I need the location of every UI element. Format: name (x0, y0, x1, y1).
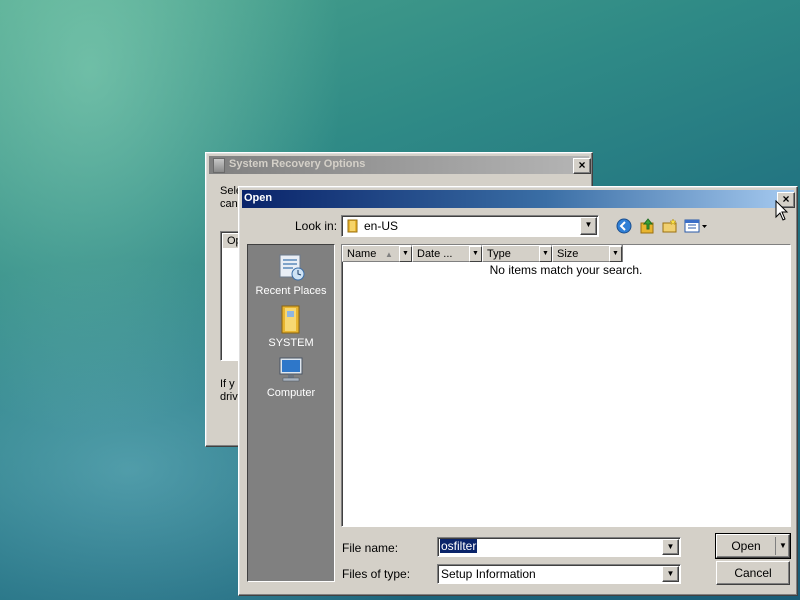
open-dialog-titlebar[interactable]: Open (242, 190, 794, 208)
open-dialog-title: Open (244, 192, 273, 204)
system-recovery-close-button[interactable]: × (573, 158, 591, 174)
mouse-cursor-icon (775, 200, 789, 221)
system-recovery-title: System Recovery Options (229, 158, 366, 170)
sort-ascending-icon: ▲ (385, 250, 393, 259)
column-filter-type[interactable]: ▼ (539, 246, 552, 262)
toolbar (615, 217, 715, 235)
column-filter-size[interactable]: ▼ (609, 246, 622, 262)
column-filter-date[interactable]: ▼ (469, 246, 482, 262)
chevron-down-icon[interactable]: ▼ (777, 535, 789, 557)
folder-icon (347, 219, 359, 233)
place-system[interactable]: SYSTEM (248, 303, 334, 349)
system-recovery-app-icon (213, 158, 225, 173)
column-label: Name (347, 248, 377, 260)
file-name-value[interactable]: osfilter (440, 539, 478, 553)
cancel-button[interactable]: Cancel (716, 561, 790, 585)
files-of-type-value: Setup Information (441, 567, 536, 581)
folder-icon (279, 303, 303, 335)
back-icon[interactable] (615, 217, 633, 235)
column-label: Date ... (417, 248, 453, 260)
column-filter-name[interactable]: ▼ (399, 246, 412, 262)
column-label: Size (557, 248, 579, 260)
place-recent-places[interactable]: Recent Places (248, 251, 334, 297)
look-in-label: Look in: (295, 219, 338, 233)
files-of-type-label: Files of type: (342, 567, 411, 581)
open-button[interactable]: Open ▼ (715, 533, 791, 559)
system-recovery-titlebar[interactable]: System Recovery Options (209, 156, 589, 174)
file-list[interactable]: Name ▲ ▼ Date ... ▼ Type ▼ Size ▼ No ite… (341, 244, 791, 527)
open-button-label: Open (731, 539, 761, 553)
view-menu-icon[interactable] (683, 217, 709, 235)
places-bar: Recent Places SYSTEM Computer (247, 244, 335, 582)
column-label: Type (487, 248, 511, 260)
file-name-label: File name: (342, 541, 399, 555)
close-icon: × (578, 158, 586, 172)
look-in-dropdown[interactable]: en-US ▼ (341, 215, 599, 237)
chevron-down-icon: ▼ (584, 220, 593, 229)
empty-message: No items match your search. (489, 263, 643, 277)
place-label: Recent Places (255, 285, 327, 297)
look-in-value: en-US (364, 219, 399, 233)
computer-icon (276, 355, 306, 385)
file-name-dropdown-button[interactable]: ▼ (662, 539, 679, 555)
open-split-divider (775, 537, 776, 555)
file-list-header: Name ▲ ▼ Date ... ▼ Type ▼ Size ▼ (342, 245, 791, 262)
system-recovery-text-2: can (220, 198, 238, 210)
place-label: SYSTEM (268, 337, 314, 349)
chevron-down-icon: ▼ (666, 569, 675, 578)
files-of-type-dropdown-button[interactable]: ▼ (662, 566, 679, 582)
look-in-dropdown-button[interactable]: ▼ (580, 217, 597, 235)
system-recovery-text-3: If y (220, 378, 235, 390)
new-folder-icon[interactable] (661, 217, 679, 235)
cancel-button-label: Cancel (734, 566, 772, 580)
column-header-filler (622, 245, 791, 262)
open-dialog: Open × Look in: en-US ▼ Recent Places SY… (238, 186, 798, 596)
place-label: Computer (266, 387, 316, 399)
file-name-combobox[interactable]: osfilter ▼ (437, 537, 681, 557)
chevron-down-icon: ▼ (666, 542, 675, 551)
system-recovery-text-4: driv (220, 391, 238, 403)
files-of-type-dropdown[interactable]: Setup Information ▼ (437, 564, 681, 584)
recent-places-icon (276, 251, 306, 283)
place-computer[interactable]: Computer (248, 355, 334, 399)
up-folder-icon[interactable] (639, 217, 657, 235)
